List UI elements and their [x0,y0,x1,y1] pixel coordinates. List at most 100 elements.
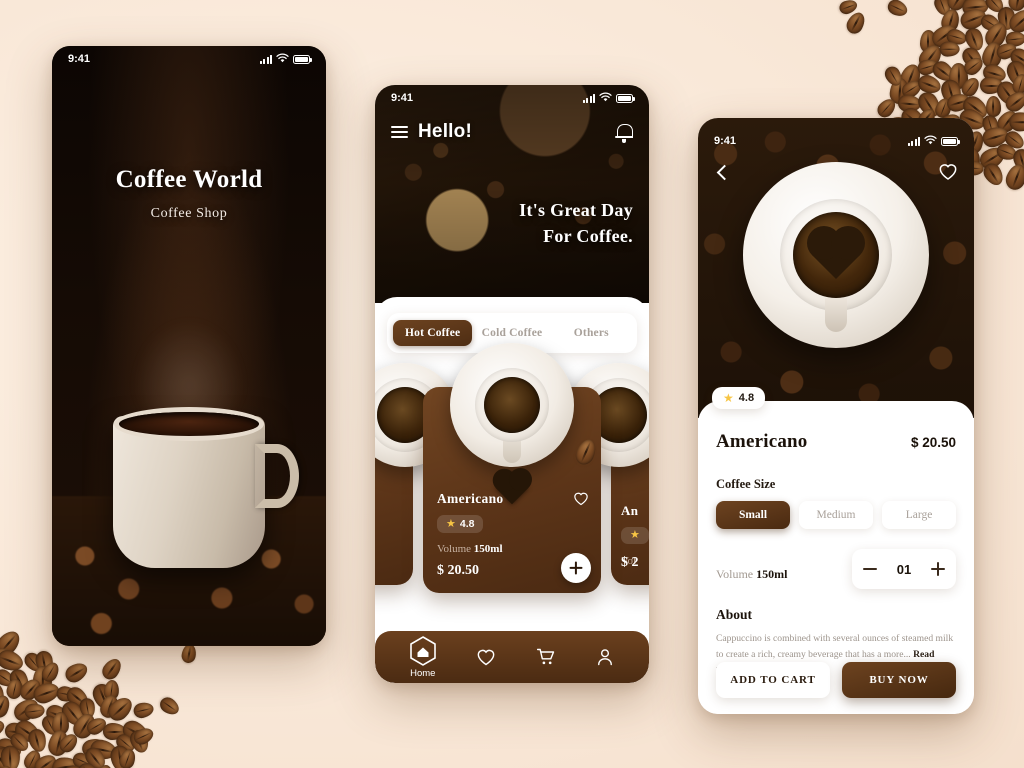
favorite-heart-icon[interactable] [573,491,589,506]
coffee-bean [896,61,924,93]
coffee-bean [928,20,961,51]
signal-icon [907,136,920,146]
nav-item-favorites[interactable] [476,647,496,667]
coffee-bean [982,0,1007,16]
coffee-bean [897,94,922,114]
nav-item-home[interactable]: Home [409,635,437,679]
cup-handle [825,298,847,332]
nav-item-profile[interactable] [595,647,615,667]
coffee-bean [0,666,17,691]
coffee-bean [1007,45,1024,72]
buy-now-button[interactable]: BUY NOW [842,662,956,698]
coffee-bean [11,716,44,747]
coffee-bean [1010,72,1024,97]
coffee-bean [958,43,986,73]
coffee-bean [89,681,118,713]
coffee-bean [981,18,1011,51]
coffee-bean [1005,30,1024,48]
coffee-bean [102,722,127,740]
coffee-bean [980,113,1001,137]
coffee-bean [914,89,945,122]
quantity-decrease-button[interactable] [860,559,880,579]
coffee-bean [1003,161,1024,193]
status-time: 9:41 [68,53,91,65]
size-option-small[interactable]: Small [716,501,790,529]
add-to-cart-plus-button[interactable] [561,553,591,583]
coffee-bean [993,106,1022,136]
coffee-bean [112,731,138,756]
profile-icon [595,647,615,667]
product-card-americano[interactable]: Americano ★ 4.8 Volume 150ml $ 20.50 [423,343,601,593]
coffee-bean [180,642,198,664]
coffee-bean [102,679,121,702]
tab-others[interactable]: Others [552,320,631,346]
coffee-bean [81,744,110,768]
home-content-sheet: Hot Coffee Cold Coffee Others Americano [375,297,649,683]
product-carousel[interactable]: Americano ★ 4.8 Volume 150ml $ 20.50 An [375,343,649,611]
coffee-bean [1006,0,1024,13]
size-option-large[interactable]: Large [882,501,956,529]
coffee-bean [958,74,984,100]
coffee-bean [981,62,1009,85]
coffee-bean [1002,87,1024,116]
page-title: Coffee World [115,166,263,193]
coffee-bean [79,736,108,760]
tab-hot-coffee[interactable]: Hot Coffee [393,320,473,346]
nav-item-cart[interactable] [536,647,556,667]
coffee-bean [979,39,1006,70]
coffee-bean [70,709,100,742]
detail-top-icons [698,162,974,188]
splash-mug-illustration [52,320,326,646]
coffee-bean [46,727,72,758]
coffee-bean [43,702,72,727]
coffee-bean [993,77,1024,110]
favorite-heart-icon[interactable] [938,162,958,181]
coffee-bean [960,54,987,79]
rating-value: 4.8 [459,518,475,530]
coffee-bean [20,649,46,675]
coffee-bean [31,751,61,768]
coffee-bean [120,717,152,747]
rating-badge: ★ [621,527,649,544]
coffee-bean [99,655,125,683]
star-icon: ★ [630,529,640,541]
rating-badge: ★ 4.8 [712,387,766,409]
volume-label: Volume [437,543,472,555]
star-icon: ★ [446,517,456,530]
battery-icon [616,93,635,103]
add-to-cart-button[interactable]: ADD TO CART [716,662,830,698]
cup-handle [503,435,521,463]
coffee-bean [915,40,946,73]
menu-icon[interactable] [391,125,408,139]
coffee-mug [113,412,299,568]
coffee-bean [34,650,56,676]
notification-bell-icon[interactable] [615,122,633,143]
coffee-bean [26,727,50,755]
coffee-bean [109,744,132,768]
status-bar: 9:41 [52,46,326,72]
status-time: 9:41 [714,135,737,147]
detail-content-sheet: ★ 4.8 Americano $ 20.50 Coffee Size Smal… [698,387,974,714]
coffee-bean [131,700,156,720]
coffee-bean [931,0,953,18]
status-icons [259,53,312,66]
coffee-bean [1010,147,1024,174]
signal-icon [582,93,595,103]
coffee-bean [70,750,95,768]
coffee-bean [89,737,119,762]
product-card-next[interactable]: An ★ Vol $ 2 [566,363,649,585]
coffee-size-label: Coffee Size [716,477,776,491]
quantity-increase-button[interactable] [928,559,948,579]
coffee-bean-decoration [572,436,600,468]
coffee-bean [6,666,33,695]
size-option-medium[interactable]: Medium [799,501,873,529]
status-icons [582,92,635,105]
coffee-bean [980,77,1003,95]
wifi-icon [924,135,937,148]
coffee-bean [1004,58,1024,90]
coffee-bean [16,675,45,704]
product-card-previous[interactable] [375,363,458,585]
back-chevron-icon[interactable] [714,164,730,180]
coffee-bean [31,680,62,707]
coffee-bean [39,712,62,738]
